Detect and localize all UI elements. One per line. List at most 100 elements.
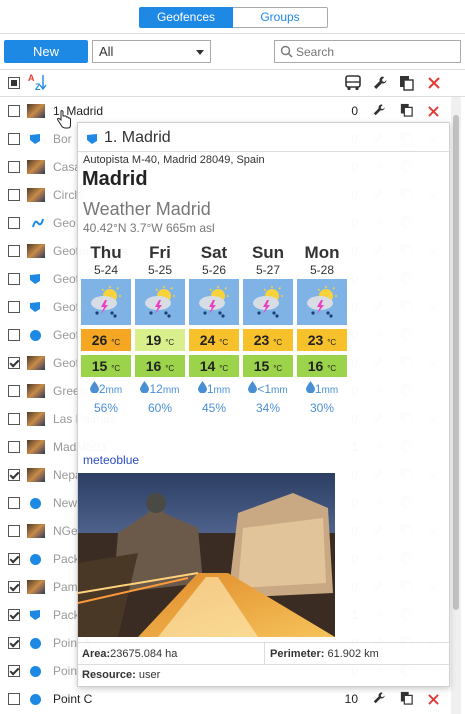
geofence-name[interactable]: Geo: [53, 216, 76, 230]
geofence-thumbnail: [27, 244, 45, 258]
forecast-day: Fri 5-25 19 °C 16 °C 12mm 60%: [135, 243, 185, 415]
min-temp: 16 °C: [297, 355, 347, 377]
row-checkbox[interactable]: [8, 245, 20, 257]
scrollbar-thumb[interactable]: [453, 115, 459, 610]
geofence-name[interactable]: Pam: [53, 580, 78, 594]
geofence-name[interactable]: Pack: [53, 608, 80, 622]
coordinates: 40.42°N 3.7°W 665m asl: [83, 221, 215, 235]
row-checkbox[interactable]: [8, 301, 20, 313]
search-input[interactable]: [296, 43, 456, 60]
area-label: Area:: [82, 648, 111, 660]
geofence-thumbnail: [27, 356, 45, 370]
line-geofence-icon: [32, 218, 44, 228]
circle-geofence-icon: [30, 666, 41, 677]
max-temp: 23 °C: [243, 329, 293, 351]
divider: [78, 151, 451, 152]
copy-icon[interactable]: [399, 75, 414, 91]
weather-tile: [243, 279, 293, 325]
wrench-icon[interactable]: [372, 103, 386, 117]
svg-text:Z: Z: [35, 82, 41, 92]
geofence-thumbnail: [27, 384, 45, 398]
perimeter-value: 61.902 km: [327, 648, 379, 660]
polygon-geofence-icon: [30, 302, 40, 312]
delete-icon[interactable]: [428, 694, 439, 705]
geofence-thumbnail: [27, 188, 45, 202]
row-checkbox[interactable]: [8, 693, 20, 705]
geofence-thumbnail: [27, 468, 45, 482]
row-checkbox[interactable]: [8, 553, 20, 565]
row-checkbox[interactable]: [8, 441, 20, 453]
sort-az-icon[interactable]: A Z: [27, 72, 47, 92]
row-checkbox[interactable]: [8, 133, 20, 145]
polygon-geofence-icon: [30, 610, 40, 620]
chevron-down-icon: [196, 50, 204, 55]
area-value: 23675.084 ha: [110, 648, 178, 660]
day-date: 5-24: [93, 263, 119, 277]
row-checkbox[interactable]: [8, 273, 20, 285]
day-date: 5-28: [309, 263, 335, 277]
circle-geofence-icon: [30, 498, 41, 509]
wrench-icon[interactable]: [372, 691, 386, 705]
polygon-icon: [87, 134, 97, 144]
search-icon: [280, 45, 293, 58]
copy-icon[interactable]: [400, 691, 413, 705]
row-checkbox[interactable]: [8, 637, 20, 649]
filter-value: All: [99, 44, 114, 59]
max-temp: 19 °C: [135, 329, 185, 351]
divider: [78, 664, 451, 665]
day-name: Sun: [251, 243, 285, 262]
tab-geofences[interactable]: Geofences: [139, 7, 233, 28]
list-item[interactable]: Point C 10: [0, 685, 451, 713]
min-temp: 14 °C: [189, 355, 239, 377]
geofence-thumbnail: [27, 524, 45, 538]
copy-icon[interactable]: [400, 103, 413, 117]
day-name: Mon: [304, 243, 340, 262]
row-checkbox[interactable]: [8, 413, 20, 425]
delete-icon[interactable]: [428, 77, 440, 89]
geofence-thumbnail: [27, 104, 45, 118]
resource-info: Resource: user: [82, 669, 160, 681]
search-field[interactable]: [274, 40, 461, 63]
precipitation: 1mm: [297, 381, 347, 399]
divider: [0, 33, 465, 34]
popup-title: 1. Madrid: [104, 129, 171, 146]
geofence-name[interactable]: Bor: [53, 132, 72, 146]
select-all-checkbox[interactable]: [8, 77, 20, 89]
unit-count: 0: [351, 104, 358, 118]
row-checkbox[interactable]: [8, 581, 20, 593]
forecast-day: Thu 5-24 26 °C 15 °C 2mm 56%: [81, 243, 131, 415]
row-checkbox[interactable]: [8, 525, 20, 537]
row-checkbox[interactable]: [8, 385, 20, 397]
filter-select[interactable]: All: [92, 40, 211, 63]
weather-title: Weather Madrid: [83, 199, 211, 219]
delete-icon[interactable]: [428, 106, 439, 117]
geofence-name[interactable]: Point C: [53, 692, 92, 706]
geofence-name[interactable]: NGe: [53, 524, 78, 538]
wrench-icon[interactable]: [372, 75, 388, 91]
unit-count: 10: [344, 692, 358, 706]
geofence-name[interactable]: Pack: [53, 552, 80, 566]
row-checkbox[interactable]: [8, 357, 20, 369]
row-checkbox[interactable]: [8, 105, 20, 117]
row-checkbox[interactable]: [8, 189, 20, 201]
day-name: Sat: [200, 243, 228, 262]
row-checkbox[interactable]: [8, 217, 20, 229]
tab-groups[interactable]: Groups: [233, 7, 328, 28]
row-checkbox[interactable]: [8, 329, 20, 341]
row-checkbox[interactable]: [8, 497, 20, 509]
meteoblue-link[interactable]: meteoblue: [83, 453, 139, 467]
precip-probability: 30%: [309, 401, 335, 415]
svg-text:A: A: [28, 73, 35, 83]
row-checkbox[interactable]: [8, 161, 20, 173]
day-name: Thu: [90, 243, 122, 262]
row-checkbox[interactable]: [8, 665, 20, 677]
perimeter-label: Perimeter:: [270, 648, 325, 660]
geofence-thumbnail: [27, 440, 45, 454]
row-checkbox[interactable]: [8, 609, 20, 621]
max-temp: 23 °C: [297, 329, 347, 351]
new-button[interactable]: New: [4, 40, 88, 63]
scrollbar[interactable]: [451, 97, 461, 714]
row-checkbox[interactable]: [8, 469, 20, 481]
vehicle-icon[interactable]: [344, 75, 362, 91]
precip-probability: 45%: [201, 401, 227, 415]
